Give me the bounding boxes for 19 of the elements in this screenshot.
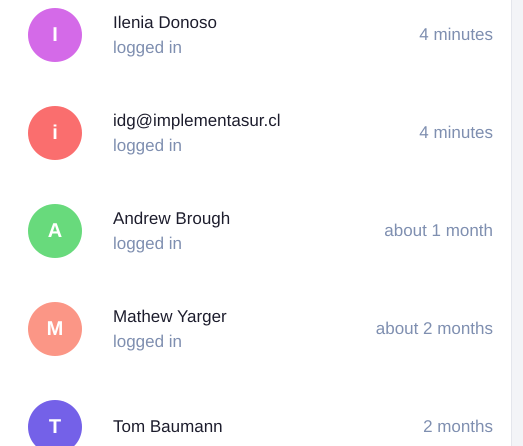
user-name: idg@implementasur.cl	[113, 110, 282, 130]
user-name: Mathew Yarger	[113, 306, 228, 326]
activity-text: logged in	[113, 136, 184, 156]
user-name: Andrew Brough	[113, 208, 232, 228]
user-name: Ilenia Donoso	[113, 12, 218, 32]
activity-text: logged in	[113, 332, 184, 352]
user-name: Tom Baumann	[113, 417, 224, 437]
avatar: T	[28, 400, 82, 446]
timestamp: 4 minutes	[419, 25, 493, 45]
avatar: A	[28, 204, 82, 258]
timestamp: 4 minutes	[419, 123, 493, 143]
avatar: I	[28, 8, 82, 62]
timestamp: about 1 month	[384, 221, 493, 241]
avatar: i	[28, 106, 82, 160]
activity-text: logged in	[113, 38, 184, 58]
timestamp: 2 months	[423, 417, 493, 437]
timestamp: about 2 months	[376, 319, 493, 339]
avatar: M	[28, 302, 82, 356]
activity-text: logged in	[113, 234, 184, 254]
